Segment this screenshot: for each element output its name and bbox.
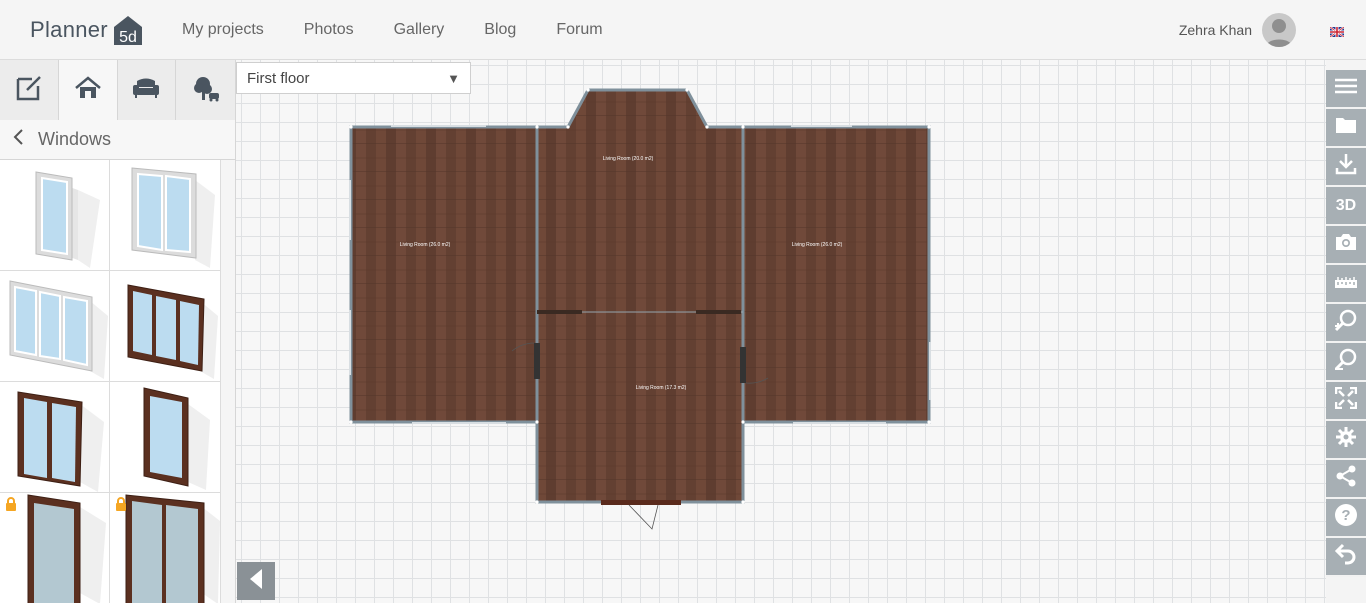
open-project-button[interactable] <box>1326 109 1366 148</box>
triangle-left-icon <box>249 568 263 595</box>
logo-text: Planner <box>30 17 108 42</box>
nav-my-projects[interactable]: My projects <box>182 21 264 39</box>
user-name: Zehra Khan <box>1178 22 1252 38</box>
window-catalog-grid <box>0 160 235 603</box>
room-center-bottom[interactable] <box>537 312 743 502</box>
dropdown-arrow-icon: ▼ <box>447 71 460 86</box>
user-menu[interactable]: Zehra Khan <box>1179 12 1296 48</box>
sofa-icon <box>132 77 160 104</box>
help-icon: ? <box>1334 503 1358 532</box>
tab-furniture[interactable] <box>117 60 177 120</box>
share-button[interactable] <box>1326 460 1366 499</box>
right-toolbar: 3D ? <box>1326 70 1366 577</box>
category-title: Windows <box>38 129 112 149</box>
catalog-item-white-double-window[interactable] <box>110 160 221 271</box>
planner5d-logo[interactable]: Planner 5d <box>30 10 144 50</box>
floor-selector[interactable]: First floor ▼ <box>236 62 471 94</box>
top-bar: Planner 5d My projects Photos Gallery Bl… <box>0 0 1366 60</box>
catalog-item-white-triple-window[interactable] <box>0 271 110 382</box>
catalog-panel: Windows <box>0 60 236 603</box>
undo-button[interactable] <box>1326 538 1366 577</box>
nav-blog[interactable]: Blog <box>484 21 516 39</box>
avatar[interactable] <box>1262 13 1296 47</box>
tab-edit-plan[interactable] <box>0 60 59 120</box>
back-chevron-icon[interactable] <box>12 128 24 151</box>
room-label-center-top: Living Room (20.0 m2) <box>603 156 654 162</box>
catalog-item-wood-triple-window[interactable] <box>110 271 221 382</box>
svg-text:5d: 5d <box>119 29 137 46</box>
help-button[interactable]: ? <box>1326 499 1366 538</box>
catalog-item-wood-sliding-window[interactable] <box>110 493 221 603</box>
room-left[interactable] <box>351 127 537 422</box>
home-icon <box>74 75 101 105</box>
ruler-button[interactable] <box>1326 265 1366 304</box>
catalog-item-white-single-window[interactable] <box>0 160 110 271</box>
settings-button[interactable] <box>1326 421 1366 460</box>
catalog-item-wood-single-window[interactable] <box>110 382 221 493</box>
svg-text:?: ? <box>1341 507 1350 524</box>
category-header[interactable]: Windows <box>0 120 235 160</box>
menu-button[interactable] <box>1326 70 1366 109</box>
floor-selector-value: First floor <box>247 69 310 87</box>
catalog-item-wood-double-window[interactable] <box>0 382 110 493</box>
download-icon <box>1335 153 1357 180</box>
undo-icon <box>1334 543 1357 570</box>
tree-icon <box>192 74 220 107</box>
snapshot-button[interactable] <box>1326 226 1366 265</box>
fullscreen-icon <box>1334 386 1358 414</box>
lock-icon <box>114 497 128 511</box>
room-center-top[interactable] <box>537 90 743 312</box>
zoom-out-button[interactable] <box>1326 343 1366 382</box>
floor-plan[interactable]: Living Room (26.0 m2) Living Room (20.0 … <box>236 60 1326 560</box>
edit-plan-icon <box>15 74 43 107</box>
main-nav: My projects Photos Gallery Blog Forum <box>182 0 643 60</box>
collapse-panel-button[interactable] <box>237 562 275 600</box>
ruler-icon <box>1335 275 1357 293</box>
menu-icon <box>1335 78 1357 99</box>
camera-icon <box>1335 233 1357 256</box>
zoom-out-icon <box>1334 347 1358 376</box>
room-label-center-bottom: Living Room (17.3 m2) <box>636 385 687 391</box>
folder-icon <box>1335 116 1357 139</box>
room-right[interactable] <box>743 127 929 422</box>
zoom-in-button[interactable] <box>1326 304 1366 343</box>
catalog-item-wood-single-glass-window[interactable] <box>0 493 110 603</box>
gear-icon <box>1335 426 1357 453</box>
language-flag-icon[interactable] <box>1329 24 1345 38</box>
nav-photos[interactable]: Photos <box>304 21 354 39</box>
share-icon <box>1335 465 1357 492</box>
catalog-tabs <box>0 60 235 120</box>
download-button[interactable] <box>1326 148 1366 187</box>
tab-exterior[interactable] <box>176 60 235 120</box>
nav-gallery[interactable]: Gallery <box>394 21 445 39</box>
logo-badge-icon: 5d <box>112 13 144 47</box>
room-label-left: Living Room (26.0 m2) <box>400 242 451 248</box>
tab-home[interactable] <box>58 60 118 120</box>
view-3d-label: 3D <box>1335 196 1357 214</box>
lock-icon <box>4 497 18 511</box>
nav-forum[interactable]: Forum <box>556 21 602 39</box>
room-label-right: Living Room (26.0 m2) <box>792 242 843 248</box>
fit-screen-button[interactable] <box>1326 382 1366 421</box>
zoom-in-icon <box>1334 308 1358 337</box>
view-3d-button[interactable]: 3D <box>1326 187 1366 226</box>
